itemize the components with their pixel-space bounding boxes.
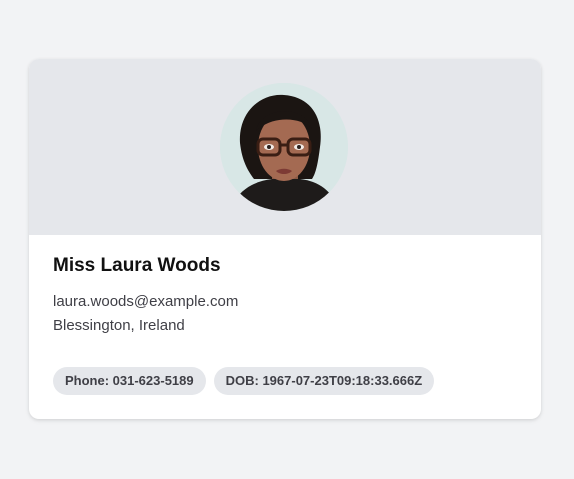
dob-chip: DOB: 1967-07-23T09:18:33.666Z [213, 367, 435, 395]
profile-chips: Phone: 031-623-5189 DOB: 1967-07-23T09:1… [53, 367, 435, 395]
profile-email: laura.woods@example.com [53, 293, 239, 310]
profile-location: Blessington, Ireland [53, 317, 185, 334]
avatar [220, 83, 348, 211]
card-header [29, 59, 541, 235]
profile-card: Miss Laura Woods laura.woods@example.com… [29, 59, 541, 419]
card-body: Miss Laura Woods laura.woods@example.com… [29, 235, 541, 338]
avatar-photo [220, 83, 348, 211]
phone-chip: Phone: 031-623-5189 [53, 367, 206, 395]
profile-name: Miss Laura Woods [53, 255, 221, 276]
